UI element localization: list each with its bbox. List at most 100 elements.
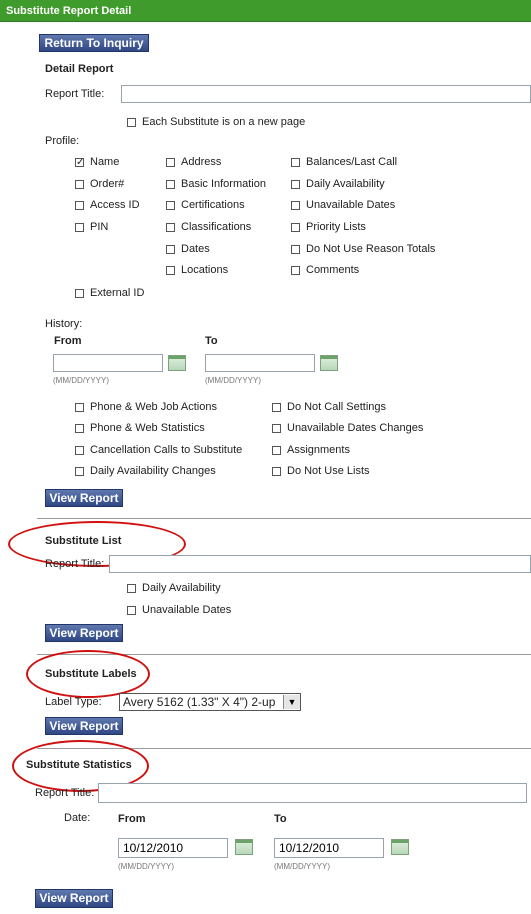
profile-option-external-id[interactable]: External ID — [75, 287, 144, 299]
history-option-phone-web-job-actions[interactable]: Phone & Web Job Actions — [75, 401, 217, 413]
statistics-from-date-input[interactable]: 10/12/2010 — [118, 838, 228, 858]
each-substitute-new-page-checkbox[interactable] — [127, 117, 136, 127]
profile-daily-availability-checkbox[interactable] — [291, 179, 300, 189]
history-option-do-not-use-lists[interactable]: Do Not Use Lists — [272, 465, 370, 477]
detail-report-title-input[interactable] — [121, 85, 531, 103]
profile-address-checkbox[interactable] — [166, 157, 175, 167]
statistics-to-date-input[interactable]: 10/12/2010 — [274, 838, 384, 858]
profile-classifications-checkbox[interactable] — [166, 222, 175, 232]
substitute-list-checkbox[interactable] — [127, 583, 136, 593]
calendar-icon[interactable] — [168, 355, 186, 371]
each-substitute-new-page-option[interactable]: Each Substitute is on a new page — [127, 116, 305, 128]
page-header: Substitute Report Detail — [0, 0, 531, 22]
history-option-do-not-call-settings[interactable]: Do Not Call Settings — [272, 401, 386, 413]
profile-option-dates[interactable]: Dates — [166, 243, 210, 255]
profile-unavailable-dates-checkbox[interactable] — [291, 200, 300, 210]
profile-label: Profile: — [45, 135, 80, 147]
history-option-label: Phone & Web Job Actions — [90, 401, 217, 413]
profile-option-label: Unavailable Dates — [306, 199, 396, 211]
profile-dates-checkbox[interactable] — [166, 244, 175, 254]
profile-external-id-checkbox[interactable] — [75, 288, 84, 298]
profile-priority-lists-checkbox[interactable] — [291, 222, 300, 232]
history-checkbox[interactable] — [75, 466, 84, 476]
profile-option-name[interactable]: ✓ Name — [75, 156, 119, 168]
substitute-list-option-label: Unavailable Dates — [142, 604, 232, 616]
substitute-statistics-heading: Substitute Statistics — [26, 759, 132, 771]
history-to-date-format: (MM/DD/YYYY) — [205, 376, 261, 385]
statistics-report-title-input[interactable] — [98, 783, 527, 803]
statistics-from-label: From — [118, 813, 146, 825]
profile-pin-checkbox[interactable] — [75, 222, 84, 232]
profile-certifications-checkbox[interactable] — [166, 200, 175, 210]
detail-view-report-button[interactable]: View Report — [45, 489, 123, 507]
history-option-cancellation-calls[interactable]: Cancellation Calls to Substitute — [75, 444, 242, 456]
profile-option-priority-lists[interactable]: Priority Lists — [291, 221, 366, 233]
profile-comments-checkbox[interactable] — [291, 265, 300, 275]
profile-option-label: Do Not Use Reason Totals — [306, 243, 436, 255]
history-checkbox[interactable] — [272, 466, 281, 476]
profile-option-pin[interactable]: PIN — [75, 221, 108, 233]
section-divider — [37, 518, 531, 519]
history-option-label: Phone & Web Statistics — [90, 422, 205, 434]
statistics-from-date-format: (MM/DD/YYYY) — [118, 862, 174, 871]
profile-locations-checkbox[interactable] — [166, 265, 175, 275]
history-option-unavailable-dates-changes[interactable]: Unavailable Dates Changes — [272, 422, 423, 434]
profile-option-label: PIN — [90, 221, 109, 233]
history-option-daily-availability-changes[interactable]: Daily Availability Changes — [75, 465, 216, 477]
profile-option-label: Basic Information — [181, 178, 266, 190]
substitute-list-report-title-label: Report Title: — [45, 558, 105, 570]
profile-balances-checkbox[interactable] — [291, 157, 300, 167]
profile-option-order[interactable]: Order# — [75, 178, 124, 190]
history-checkbox[interactable] — [272, 423, 281, 433]
label-type-select[interactable]: Avery 5162 (1.33" X 4") 2-up ▼ — [119, 693, 301, 711]
profile-option-label: Priority Lists — [306, 221, 366, 233]
substitute-list-checkbox[interactable] — [127, 605, 136, 615]
history-checkbox[interactable] — [272, 445, 281, 455]
statistics-date-label: Date: — [64, 812, 91, 824]
profile-option-access-id[interactable]: Access ID — [75, 199, 140, 211]
calendar-icon[interactable] — [235, 839, 253, 855]
history-to-label: To — [205, 335, 218, 347]
profile-option-certifications[interactable]: Certifications — [166, 199, 245, 211]
substitute-list-option-label: Daily Availability — [142, 582, 221, 594]
profile-option-address[interactable]: Address — [166, 156, 221, 168]
history-option-label: Cancellation Calls to Substitute — [90, 444, 243, 456]
history-option-phone-web-statistics[interactable]: Phone & Web Statistics — [75, 422, 205, 434]
profile-option-comments[interactable]: Comments — [291, 264, 359, 276]
profile-option-locations[interactable]: Locations — [166, 264, 228, 276]
history-from-label: From — [54, 335, 82, 347]
history-from-date-format: (MM/DD/YYYY) — [53, 376, 109, 385]
profile-name-checkbox[interactable]: ✓ — [75, 157, 84, 167]
profile-option-classifications[interactable]: Classifications — [166, 221, 251, 233]
history-option-assignments[interactable]: Assignments — [272, 444, 350, 456]
profile-option-unavailable-dates[interactable]: Unavailable Dates — [291, 199, 395, 211]
substitute-labels-heading: Substitute Labels — [45, 668, 137, 680]
substitute-list-option-unavailable-dates[interactable]: Unavailable Dates — [127, 604, 231, 616]
each-substitute-new-page-label: Each Substitute is on a new page — [142, 116, 306, 128]
profile-access-id-checkbox[interactable] — [75, 200, 84, 210]
profile-do-not-use-reason-totals-checkbox[interactable] — [291, 244, 300, 254]
history-checkbox[interactable] — [75, 445, 84, 455]
profile-basic-information-checkbox[interactable] — [166, 179, 175, 189]
statistics-view-report-button[interactable]: View Report — [35, 889, 113, 908]
detail-report-title-label: Report Title: — [45, 88, 105, 100]
return-to-inquiry-button[interactable]: Return To Inquiry — [39, 34, 149, 52]
substitute-list-report-title-input[interactable] — [109, 555, 531, 573]
calendar-icon[interactable] — [320, 355, 338, 371]
history-checkbox[interactable] — [272, 402, 281, 412]
history-checkbox[interactable] — [75, 423, 84, 433]
profile-option-do-not-use-reason-totals[interactable]: Do Not Use Reason Totals — [291, 243, 435, 255]
history-to-date-input[interactable] — [205, 354, 315, 372]
profile-option-label: Certifications — [181, 199, 245, 211]
chevron-down-icon[interactable]: ▼ — [283, 695, 300, 709]
history-checkbox[interactable] — [75, 402, 84, 412]
history-from-date-input[interactable] — [53, 354, 163, 372]
substitute-labels-view-report-button[interactable]: View Report — [45, 717, 123, 735]
profile-option-basic-information[interactable]: Basic Information — [166, 178, 266, 190]
profile-option-daily-availability[interactable]: Daily Availability — [291, 178, 385, 190]
substitute-list-option-daily-availability[interactable]: Daily Availability — [127, 582, 221, 594]
calendar-icon[interactable] — [391, 839, 409, 855]
substitute-list-view-report-button[interactable]: View Report — [45, 624, 123, 642]
profile-order-checkbox[interactable] — [75, 179, 84, 189]
profile-option-balances-last-call[interactable]: Balances/Last Call — [291, 156, 397, 168]
